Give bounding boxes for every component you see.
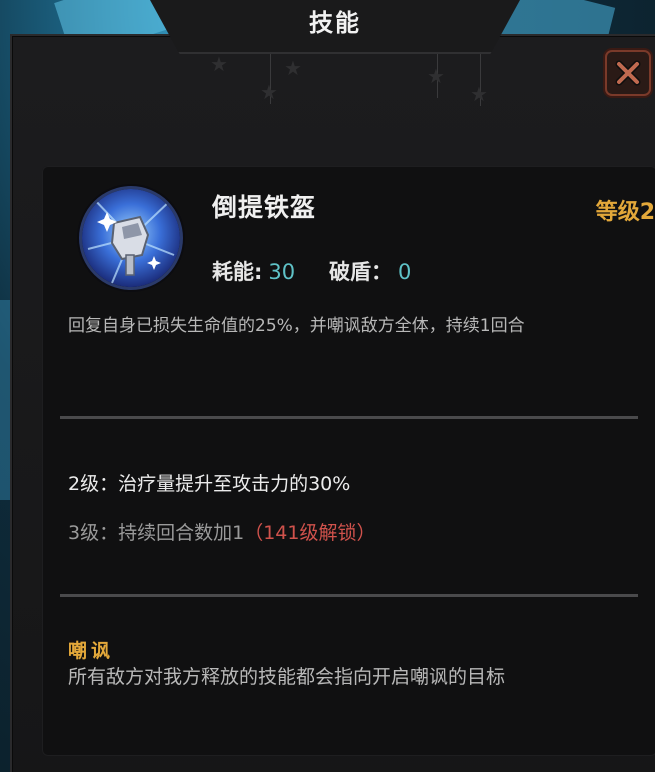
- keyword-description: 所有敌方对我方释放的技能都会指向开启嘲讽的目标: [68, 666, 506, 688]
- shield-break-value: 0: [398, 260, 412, 284]
- upgrade-level-2: 2级：治疗量提升至攻击力的30%: [68, 469, 350, 496]
- star-ornament-icon: ★: [427, 64, 445, 88]
- star-ornament-icon: ★: [260, 80, 278, 104]
- upgrade-text: 2级：治疗量提升至攻击力的30%: [68, 473, 351, 495]
- shield-break-label: 破盾：: [329, 260, 392, 284]
- keyword-title: 嘲讽: [68, 640, 115, 662]
- energy-cost-value: 30: [268, 260, 296, 284]
- iron-helmet-icon: [82, 189, 180, 287]
- energy-cost: 耗能: 30: [212, 256, 295, 286]
- skill-card: 倒提铁盔 等级2 耗能: 30 破盾： 0 回复自身已损失生命值的25%，并嘲讽敌方…: [42, 166, 655, 756]
- shield-break: 破盾： 0: [329, 256, 411, 286]
- star-ornament-icon: ★: [210, 52, 228, 76]
- upgrade-text: 3级：持续回合数加1: [68, 522, 245, 544]
- divider: [60, 594, 638, 597]
- dialog-title: 技能: [309, 9, 361, 37]
- unlock-requirement: （141级解锁）: [244, 522, 376, 544]
- close-button[interactable]: [605, 50, 651, 96]
- star-ornament-icon: ★: [470, 82, 488, 106]
- star-ornament-icon: ★: [284, 56, 302, 80]
- energy-cost-label: 耗能:: [212, 260, 263, 284]
- title-tab: 技能: [150, 0, 520, 54]
- skill-description: 回复自身已损失生命值的25%，并嘲讽敌方全体，持续1回合: [68, 316, 525, 336]
- divider: [60, 416, 638, 419]
- skill-level: 等级2: [595, 200, 655, 225]
- skill-name: 倒提铁盔: [212, 193, 317, 222]
- close-icon: [615, 60, 641, 86]
- game-screen: ★ ★ ★ ★ ★ 倒提铁盔 等级2 耗能: 30 破盾： 0 回复自身已损失生…: [0, 0, 655, 772]
- upgrade-level-3: 3级：持续回合数加1（141级解锁）: [68, 518, 375, 545]
- skill-dialog: ★ ★ ★ ★ ★ 倒提铁盔 等级2 耗能: 30 破盾： 0 回复自身已损失生…: [10, 34, 655, 772]
